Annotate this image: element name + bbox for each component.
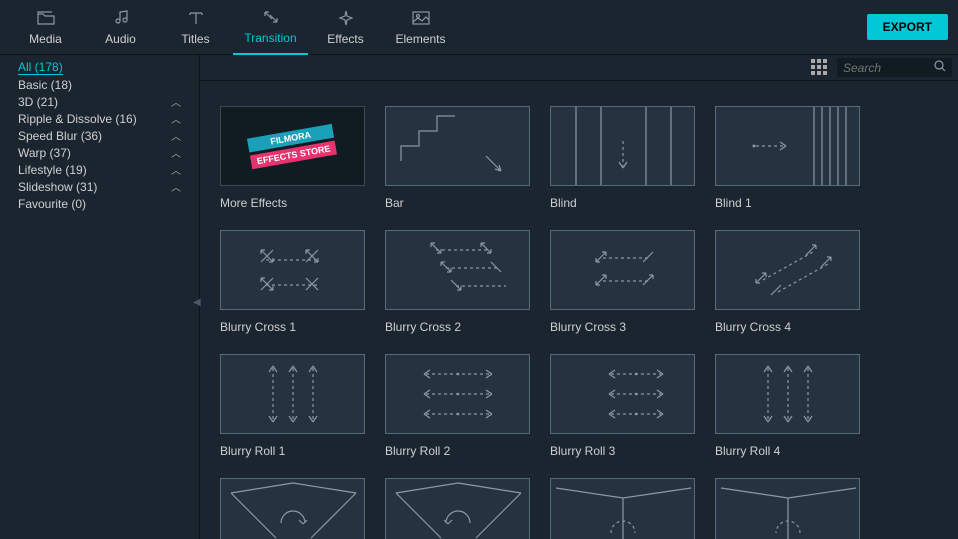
category-warp[interactable]: Warp (37) ︿	[0, 144, 199, 161]
item-label: Blurry Cross 1	[220, 320, 365, 334]
thumbnail	[385, 354, 530, 434]
thumbnail	[220, 354, 365, 434]
thumbnail	[385, 478, 530, 539]
chevron-up-icon: ︿	[171, 94, 181, 109]
transition-item-blurry-cross-3[interactable]: Blurry Cross 3	[550, 230, 695, 334]
transition-item-blurry-cross-1[interactable]: Blurry Cross 1	[220, 230, 365, 334]
category-all[interactable]: All (178)	[0, 59, 199, 76]
search-box[interactable]	[837, 58, 952, 77]
transition-item-blurry-cross-4[interactable]: Blurry Cross 4	[715, 230, 860, 334]
transition-item-more-effects[interactable]: FILMORA EFFECTS STORE More Effects	[220, 106, 365, 210]
transition-item-partial-2[interactable]	[385, 478, 530, 539]
music-icon	[113, 8, 129, 28]
export-button[interactable]: EXPORT	[867, 14, 948, 40]
category-label: 3D (21)	[18, 95, 58, 109]
image-icon	[412, 8, 430, 28]
category-3d[interactable]: 3D (21) ︿	[0, 93, 199, 110]
thumbnail	[715, 230, 860, 310]
tab-titles[interactable]: Titles	[158, 0, 233, 55]
category-sidebar: All (178) Basic (18) 3D (21) ︿ Ripple & …	[0, 55, 200, 539]
effects-store-banner: FILMORA EFFECTS STORE	[247, 123, 337, 169]
thumbnail	[385, 106, 530, 186]
thumbnail	[220, 230, 365, 310]
category-speed-blur[interactable]: Speed Blur (36) ︿	[0, 127, 199, 144]
item-label: Blurry Roll 2	[385, 444, 530, 458]
search-icon[interactable]	[934, 60, 946, 75]
thumbnail	[550, 478, 695, 539]
category-label: Ripple & Dissolve (16)	[18, 112, 137, 126]
item-label: Blurry Roll 1	[220, 444, 365, 458]
thumbnail	[550, 354, 695, 434]
search-input[interactable]	[843, 61, 933, 75]
category-lifestyle[interactable]: Lifestyle (19) ︿	[0, 161, 199, 178]
transition-item-blind-1[interactable]: Blind 1	[715, 106, 860, 210]
category-label: All (178)	[18, 60, 63, 75]
item-label: Blind	[550, 196, 695, 210]
tab-label: Transition	[244, 31, 296, 45]
category-basic[interactable]: Basic (18)	[0, 76, 199, 93]
item-label: Blurry Cross 3	[550, 320, 695, 334]
grid-view-icon[interactable]	[811, 59, 829, 77]
category-label: Slideshow (31)	[18, 180, 97, 194]
content-panel: FILMORA EFFECTS STORE More Effects Bar	[200, 55, 958, 539]
category-label: Lifestyle (19)	[18, 163, 87, 177]
chevron-up-icon: ︿	[171, 145, 181, 160]
chevron-up-icon: ︿	[171, 111, 181, 126]
item-label: More Effects	[220, 196, 365, 210]
tab-label: Titles	[181, 32, 209, 46]
transition-item-blurry-roll-4[interactable]: Blurry Roll 4	[715, 354, 860, 458]
category-label: Speed Blur (36)	[18, 129, 102, 143]
tab-transition[interactable]: Transition	[233, 0, 308, 55]
category-favourite[interactable]: Favourite (0)	[0, 195, 199, 212]
tab-effects[interactable]: Effects	[308, 0, 383, 55]
tab-label: Media	[29, 32, 62, 46]
category-label: Basic (18)	[18, 78, 72, 92]
thumbnail	[715, 478, 860, 539]
text-icon	[188, 8, 204, 28]
transition-icon	[262, 7, 280, 27]
thumbnail	[385, 230, 530, 310]
category-label: Warp (37)	[18, 146, 71, 160]
transition-item-blurry-roll-1[interactable]: Blurry Roll 1	[220, 354, 365, 458]
chevron-up-icon: ︿	[171, 179, 181, 194]
tab-label: Effects	[327, 32, 363, 46]
category-ripple-dissolve[interactable]: Ripple & Dissolve (16) ︿	[0, 110, 199, 127]
transition-item-partial-4[interactable]	[715, 478, 860, 539]
transition-item-blind[interactable]: Blind	[550, 106, 695, 210]
tab-label: Audio	[105, 32, 136, 46]
thumbnail: FILMORA EFFECTS STORE	[220, 106, 365, 186]
transition-item-blurry-roll-2[interactable]: Blurry Roll 2	[385, 354, 530, 458]
transition-gallery: FILMORA EFFECTS STORE More Effects Bar	[200, 81, 958, 539]
transition-item-partial-1[interactable]	[220, 478, 365, 539]
tab-label: Elements	[395, 32, 445, 46]
thumbnail	[715, 106, 860, 186]
item-label: Blind 1	[715, 196, 860, 210]
top-tab-bar: Media Audio Titles Transition Effects El…	[0, 0, 958, 55]
tab-audio[interactable]: Audio	[83, 0, 158, 55]
item-label: Blurry Cross 2	[385, 320, 530, 334]
item-label: Blurry Cross 4	[715, 320, 860, 334]
thumbnail	[550, 230, 695, 310]
category-label: Favourite (0)	[18, 197, 86, 211]
thumbnail	[715, 354, 860, 434]
content-toolbar	[200, 55, 958, 81]
thumbnail	[220, 478, 365, 539]
transition-item-partial-3[interactable]	[550, 478, 695, 539]
item-label: Blurry Roll 3	[550, 444, 695, 458]
tab-elements[interactable]: Elements	[383, 0, 458, 55]
transition-item-bar[interactable]: Bar	[385, 106, 530, 210]
chevron-up-icon: ︿	[171, 128, 181, 143]
transition-item-blurry-roll-3[interactable]: Blurry Roll 3	[550, 354, 695, 458]
tab-media[interactable]: Media	[8, 0, 83, 55]
folder-icon	[37, 8, 55, 28]
chevron-up-icon: ︿	[171, 162, 181, 177]
transition-item-blurry-cross-2[interactable]: Blurry Cross 2	[385, 230, 530, 334]
sidebar-collapse-handle[interactable]: ◀	[193, 290, 203, 314]
thumbnail	[550, 106, 695, 186]
category-slideshow[interactable]: Slideshow (31) ︿	[0, 178, 199, 195]
item-label: Blurry Roll 4	[715, 444, 860, 458]
sparkle-icon	[338, 8, 354, 28]
item-label: Bar	[385, 196, 530, 210]
